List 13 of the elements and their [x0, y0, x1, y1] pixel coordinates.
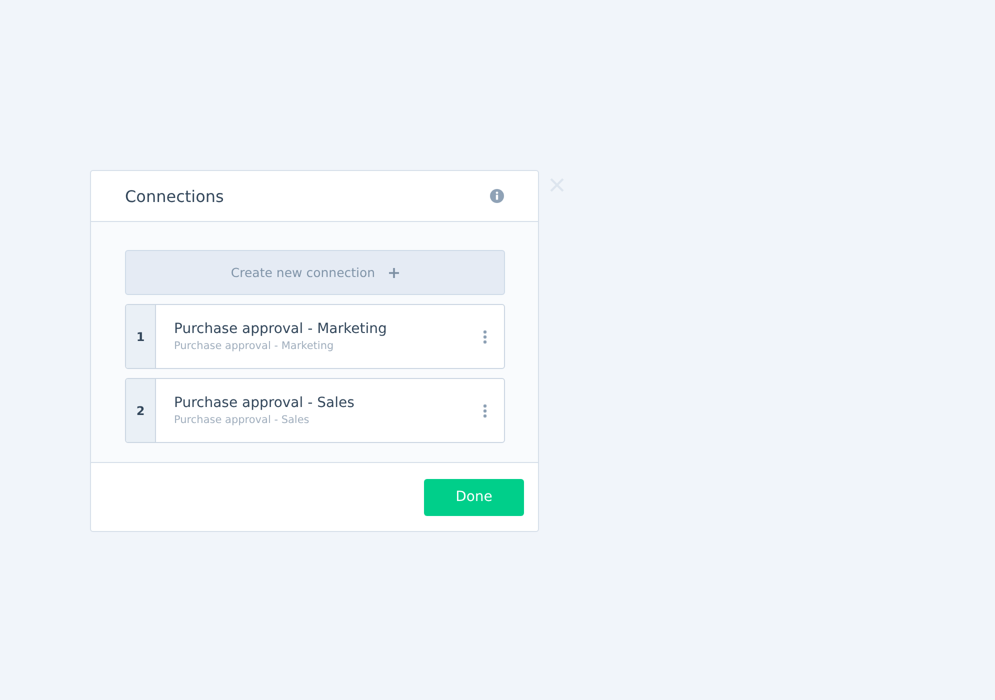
dialog-title: Connections — [125, 186, 224, 206]
connection-number: 1 — [126, 305, 156, 368]
info-icon[interactable] — [490, 189, 504, 203]
connection-subtitle: Purchase approval - Sales — [174, 414, 310, 426]
more-icon — [483, 330, 487, 344]
connection-card[interactable]: 1 Purchase approval - Marketing Purchase approval - Marketing — [125, 304, 505, 369]
plus-icon — [389, 268, 400, 278]
connection-card[interactable]: 2 Purchase approval - Sales Purchase approval - Sales — [125, 378, 505, 443]
connection-number: 2 — [126, 379, 156, 442]
connection-title: Purchase approval - Sales — [174, 395, 356, 411]
more-icon — [483, 404, 487, 418]
connection-subtitle: Purchase approval - Marketing — [174, 340, 335, 352]
connection-title: Purchase approval - Marketing — [174, 321, 388, 337]
